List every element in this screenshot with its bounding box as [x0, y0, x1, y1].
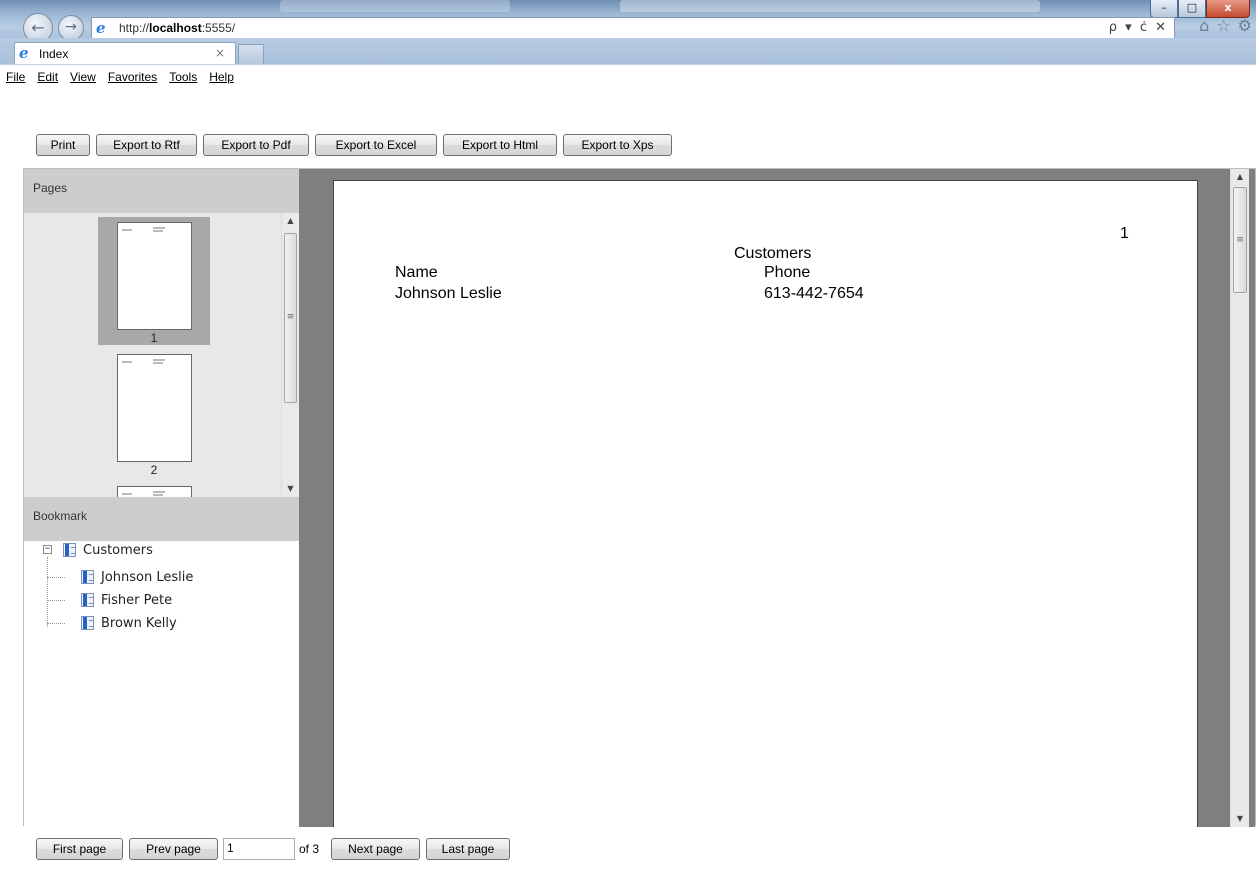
bookmark-label: Customers [83, 542, 153, 558]
export-html-button[interactable]: Export to Html [443, 134, 557, 156]
grip-icon: ≡ [1236, 235, 1244, 245]
menu-bar: File Edit View Favorites Tools Help [0, 64, 1256, 120]
menu-favorites[interactable]: Favorites [108, 70, 157, 84]
bookmark-icon [63, 543, 76, 557]
bookmark-fisher-pete[interactable]: Fisher Pete [81, 591, 172, 609]
tree-line [47, 623, 65, 624]
scroll-up-icon[interactable]: ▲ [1231, 169, 1249, 185]
menu-help[interactable]: Help [209, 70, 234, 84]
gear-icon[interactable]: ⚙ [1238, 16, 1252, 35]
star-icon[interactable]: ☆ [1216, 16, 1230, 35]
bookmark-johnson-leslie[interactable]: Johnson Leslie [81, 568, 193, 586]
print-button[interactable]: Print [36, 134, 90, 156]
home-icon[interactable]: ⌂ [1199, 16, 1209, 35]
scroll-down-icon[interactable]: ▼ [1231, 811, 1249, 827]
page-thumbnail-2[interactable]: 2 [98, 349, 210, 477]
bookmark-label: Brown Kelly [101, 615, 177, 631]
first-page-button[interactable]: First page [36, 838, 123, 860]
last-page-button[interactable]: Last page [426, 838, 510, 860]
scrollbar-thumb[interactable]: ≡ [284, 233, 297, 403]
close-tab-icon[interactable]: × [215, 46, 225, 60]
export-pdf-button[interactable]: Export to Pdf [203, 134, 309, 156]
minimize-button[interactable]: – [1150, 0, 1178, 18]
document-scrollbar[interactable]: ▲ ≡ ▼ [1230, 169, 1249, 827]
menu-items: File Edit View Favorites Tools Help [6, 70, 234, 84]
titlebar-glass [280, 0, 510, 12]
pages-header: Pages [24, 169, 299, 213]
bookmark-brown-kelly[interactable]: Brown Kelly [81, 614, 177, 632]
url-prefix: http:// [119, 21, 150, 35]
bookmark-header: Bookmark [24, 497, 299, 541]
thumbnail-page [117, 354, 192, 462]
collapse-toggle-icon[interactable]: − [43, 545, 52, 554]
column-header-phone: Phone [764, 264, 811, 281]
tree-line [47, 557, 48, 627]
bookmark-tree: − Customers Johnson Leslie Fisher Pete B… [24, 541, 299, 827]
tab-title: Index [39, 47, 69, 61]
tree-line [47, 600, 65, 601]
next-page-button[interactable]: Next page [331, 838, 420, 860]
tree-line [47, 577, 65, 578]
page-number: 1 [1120, 225, 1129, 242]
export-rtf-button[interactable]: Export to Rtf [96, 134, 197, 156]
url-suffix: :5555/ [201, 21, 236, 35]
bookmark-customers[interactable]: Customers [63, 541, 153, 559]
thumbnail-page [117, 222, 192, 330]
ie-logo-icon: e [96, 19, 106, 37]
forward-arrow-icon: → [65, 19, 77, 35]
tab-ie-icon: e [19, 44, 29, 62]
new-tab-button[interactable] [238, 44, 264, 64]
page-thumbnail-3[interactable] [98, 481, 210, 497]
thumbnail-number: 2 [150, 463, 158, 477]
url-host: localhost [149, 21, 202, 35]
bookmark-label: Fisher Pete [101, 592, 173, 608]
back-arrow-icon: ← [31, 18, 45, 37]
menu-edit[interactable]: Edit [37, 70, 58, 84]
thumbnail-page [117, 486, 192, 497]
scroll-down-icon[interactable]: ▼ [282, 481, 299, 497]
document-page: 1 Customers Name Phone Johnson Leslie 61… [333, 180, 1198, 827]
tab-strip: e Index × [0, 38, 1256, 64]
document-area: 1 Customers Name Phone Johnson Leslie 61… [299, 169, 1255, 827]
bookmark-icon [81, 570, 94, 584]
scroll-up-icon[interactable]: ▲ [282, 213, 299, 229]
titlebar-glass [620, 0, 1040, 12]
bookmark-icon [81, 593, 94, 607]
address-tools[interactable]: ρ ▾ ċ ✕ [1109, 20, 1168, 35]
menu-tools[interactable]: Tools [169, 70, 197, 84]
grip-icon: ≡ [286, 312, 295, 322]
pages-scrollbar[interactable]: ▲ ≡ ▼ [281, 213, 299, 497]
address-url[interactable]: http://localhost:5555/ [119, 21, 235, 35]
column-header-name: Name [395, 264, 438, 281]
pages-thumbnail-list: 1 2 ▲ ≡ ▼ [24, 213, 299, 497]
bookmark-icon [81, 616, 94, 630]
scrollbar-thumb[interactable]: ≡ [1233, 187, 1247, 293]
bookmark-label: Johnson Leslie [101, 569, 194, 585]
thumbnail-number: 1 [150, 331, 158, 345]
page-thumbnail-1[interactable]: 1 [98, 217, 210, 345]
cell-name: Johnson Leslie [395, 285, 502, 302]
browser-tool-icons: ⌂ ☆ ⚙ [1199, 16, 1252, 35]
menu-file[interactable]: File [6, 70, 25, 84]
cell-phone: 613-442-7654 [764, 285, 864, 302]
prev-page-button[interactable]: Prev page [129, 838, 218, 860]
tab-index[interactable]: e Index × [14, 42, 236, 64]
page-count-label: of 3 [299, 842, 320, 856]
side-pane: Pages 1 2 ▲ ≡ ▼ Bookmark − Customers Joh… [24, 169, 299, 827]
page-number-input[interactable]: 1 [223, 838, 295, 860]
export-excel-button[interactable]: Export to Excel [315, 134, 437, 156]
report-title: Customers [734, 245, 812, 262]
export-xps-button[interactable]: Export to Xps [563, 134, 672, 156]
address-bar[interactable]: e http://localhost:5555/ ρ ▾ ċ ✕ [91, 17, 1175, 39]
menu-view[interactable]: View [70, 70, 96, 84]
report-viewer: Pages 1 2 ▲ ≡ ▼ Bookmark − Customers Joh… [23, 168, 1256, 827]
